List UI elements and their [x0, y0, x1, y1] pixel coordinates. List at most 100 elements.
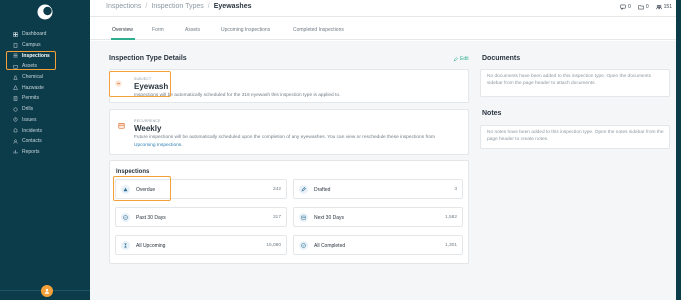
- sidebar-item-incidents[interactable]: Incidents: [0, 125, 90, 136]
- details-title: Inspection Type Details: [109, 55, 187, 62]
- notes-title: Notes: [482, 110, 502, 117]
- breadcrumb-separator: /: [145, 3, 148, 10]
- pencil-icon: [299, 185, 308, 194]
- notes-empty-text: No notes have been added to this inspect…: [487, 130, 664, 142]
- building-icon: [13, 42, 18, 48]
- subject-highlight-box: [109, 71, 171, 97]
- sidebar-item-label: Reports: [22, 148, 40, 155]
- recurrence-description: Future inspections will be automatically…: [134, 135, 436, 140]
- sidebar-item-campus[interactable]: Campus: [0, 40, 90, 51]
- sidebar-item-assets[interactable]: Assets: [0, 61, 90, 72]
- flask-icon: [13, 75, 18, 80]
- incident-icon: [13, 128, 18, 133]
- sidebar-item-label: Incidents: [22, 127, 43, 134]
- sidebar-item-chemical[interactable]: Chemical: [0, 72, 90, 83]
- sidebar-item-label: Drills: [22, 106, 34, 113]
- edit-button[interactable]: Edit: [453, 56, 469, 62]
- recurrence-card: [109, 109, 469, 155]
- pencil-icon: [453, 56, 458, 61]
- tab-form[interactable]: Form: [152, 27, 164, 33]
- sidebar-item-label: Permits: [22, 95, 39, 102]
- stat-label: Past 30 Days: [136, 214, 166, 221]
- upcoming-inspections-link[interactable]: Upcoming Inspections.: [134, 143, 183, 148]
- stat-count: 1,301: [444, 242, 457, 248]
- team-button[interactable]: 151: [655, 4, 672, 10]
- overdue-highlight-box: [113, 176, 171, 201]
- tab-assets[interactable]: Assets: [185, 27, 200, 33]
- stat-label: All Completed: [314, 242, 346, 249]
- comments-count: 0: [628, 4, 631, 10]
- check-circle-icon: [299, 241, 308, 250]
- sidebar-item-drills[interactable]: Drills: [0, 104, 90, 115]
- checklist-icon: [13, 53, 18, 58]
- sidebar-item-label: Contacts: [22, 138, 42, 145]
- stat-all-upcoming[interactable]: All Upcoming 15,080: [115, 235, 287, 255]
- calendar-icon: [299, 213, 308, 222]
- calendar-icon: [118, 123, 125, 129]
- header-actions: 0 0 151: [620, 4, 672, 10]
- breadcrumb: Inspections / Inspection Types / Eyewashes: [106, 3, 251, 10]
- sidebar-item-reports[interactable]: Reports: [0, 147, 90, 158]
- comment-icon: [620, 4, 626, 10]
- report-icon: [13, 149, 18, 154]
- check-circle-icon: [121, 213, 130, 222]
- stat-count: 15,080: [266, 242, 281, 248]
- sidebar-item-label: Hazwaste: [22, 84, 44, 91]
- box-icon: [13, 64, 18, 69]
- hourglass-icon: [121, 241, 130, 250]
- documents-empty-text: No documents have been added to this ins…: [487, 74, 652, 86]
- stat-count: 242: [272, 186, 281, 192]
- user-icon: [44, 288, 50, 294]
- tab-upcoming-inspections[interactable]: Upcoming Inspections: [221, 27, 270, 33]
- tab-bar: Overview Form Assets Upcoming Inspection…: [90, 23, 676, 40]
- stat-all-completed[interactable]: All Completed 1,301: [293, 235, 463, 255]
- stat-next-30-days[interactable]: Next 30 Days 1,582: [293, 207, 463, 227]
- stat-count: 1,582: [444, 214, 457, 220]
- user-menu-button[interactable]: [41, 285, 53, 297]
- sidebar-item-issues[interactable]: Issues: [0, 115, 90, 126]
- team-count: 151: [663, 4, 672, 10]
- stat-count: 3: [454, 186, 457, 192]
- stat-count: 317: [272, 214, 281, 220]
- stat-label: All Upcoming: [136, 242, 166, 249]
- stat-label: Drafted: [314, 186, 331, 193]
- stat-past-30-days[interactable]: Past 30 Days 317: [115, 207, 287, 227]
- sidebar: Dashboard Campus Inspections Assets Chem…: [0, 0, 90, 300]
- recurrence-value: Weekly: [134, 124, 162, 133]
- documents-button[interactable]: 0: [638, 4, 649, 10]
- warning-icon: [13, 117, 18, 122]
- header-bar: Inspections / Inspection Types / Eyewashes 0…: [90, 0, 676, 17]
- recurrence-label: RECURRENCE: [134, 119, 161, 123]
- breadcrumb-inspections[interactable]: Inspections: [106, 3, 141, 10]
- tab-completed-inspections[interactable]: Completed Inspections: [293, 27, 344, 33]
- document-icon: [13, 96, 18, 101]
- hazard-icon: [13, 85, 18, 91]
- comments-button[interactable]: 0: [620, 4, 631, 10]
- sidebar-nav: Dashboard Campus Inspections Assets Chem…: [0, 29, 90, 157]
- tab-overview[interactable]: Overview: [112, 27, 133, 33]
- sidebar-item-label: Dashboard: [22, 31, 47, 38]
- active-tab-indicator: [111, 38, 135, 40]
- inspections-title: Inspections: [116, 169, 150, 175]
- stat-drafted[interactable]: Drafted 3: [293, 179, 463, 199]
- sidebar-item-label: Campus: [22, 42, 41, 49]
- right-edge-strip: [676, 0, 681, 300]
- breadcrumb-inspection-types[interactable]: Inspection Types: [151, 3, 203, 10]
- sidebar-item-dashboard[interactable]: Dashboard: [0, 29, 90, 40]
- sidebar-item-label: Assets: [22, 63, 38, 70]
- documents-count: 0: [645, 4, 649, 10]
- documents-title: Documents: [482, 55, 521, 62]
- crescent-logo-icon[interactable]: [37, 4, 53, 20]
- breadcrumb-separator: /: [207, 3, 210, 10]
- sidebar-item-hazwaste[interactable]: Hazwaste: [0, 82, 90, 93]
- team-icon: [655, 4, 662, 10]
- sidebar-item-contacts[interactable]: Contacts: [0, 136, 90, 147]
- folder-icon: [638, 5, 644, 10]
- sidebar-item-inspections[interactable]: Inspections: [0, 50, 90, 61]
- sidebar-item-permits[interactable]: Permits: [0, 93, 90, 104]
- sidebar-item-label: Inspections: [22, 52, 50, 59]
- dashboard-icon: [13, 32, 18, 37]
- drill-icon: [13, 107, 18, 112]
- stat-label: Next 30 Days: [314, 214, 345, 221]
- sidebar-item-label: Chemical: [22, 74, 43, 81]
